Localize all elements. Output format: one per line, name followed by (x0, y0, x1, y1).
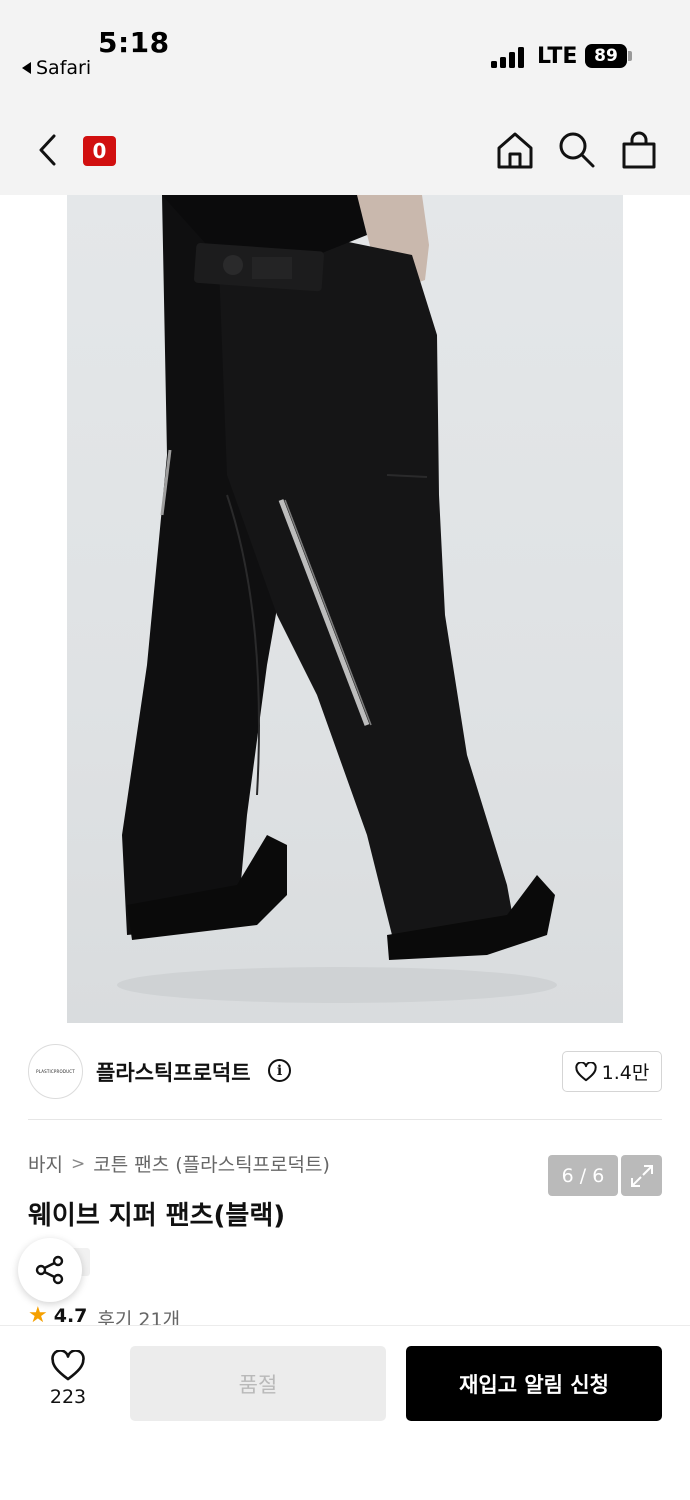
product-image-gallery[interactable]: 6 / 6 (0, 195, 690, 1196)
restock-alert-button[interactable]: 재입고 알림 신청 (406, 1346, 662, 1421)
heart-icon (51, 1350, 85, 1381)
brand-logo[interactable]: PLASTICPRODUCT (28, 1044, 83, 1099)
image-counter: 6 / 6 (548, 1155, 618, 1196)
divider (28, 1119, 662, 1120)
home-icon[interactable] (495, 130, 535, 170)
shopping-bag-icon[interactable] (619, 130, 659, 170)
battery-icon: 89 (585, 44, 627, 68)
back-icon[interactable] (34, 132, 62, 168)
back-app-label: Safari (36, 57, 92, 79)
share-button[interactable] (18, 1238, 82, 1302)
search-icon[interactable] (557, 130, 597, 170)
brand-row[interactable]: PLASTICPRODUCT 플라스틱프로덕트 i 1.4만 (0, 1025, 690, 1120)
brand-like-count: 1.4만 (601, 1062, 650, 1084)
heart-icon (574, 1061, 597, 1081)
rating-row[interactable]: ★ 4.7 후기 21개 (28, 1305, 180, 1327)
breadcrumb-category[interactable]: 바지 (28, 1150, 63, 1177)
brand-like-button[interactable]: 1.4만 (562, 1051, 662, 1092)
breadcrumb: 바지 > 코튼 팬츠 (플라스틱프로덕트) (28, 1150, 330, 1177)
info-icon[interactable]: i (268, 1059, 291, 1082)
share-icon (35, 1255, 64, 1285)
brand-name[interactable]: 플라스틱프로덕트 (96, 1057, 251, 1087)
back-triangle-icon (22, 62, 31, 74)
wishlist-count: 223 (49, 1386, 87, 1408)
review-count[interactable]: 후기 21개 (97, 1305, 180, 1327)
back-to-app[interactable]: Safari (22, 57, 91, 79)
product-photo (67, 195, 623, 1023)
expand-icon[interactable] (621, 1155, 662, 1196)
network-type: LTE (537, 44, 578, 69)
breadcrumb-subcategory[interactable]: 코튼 팬츠 (플라스틱프로덕트) (93, 1150, 330, 1177)
brand-badge[interactable]: 0 (83, 136, 116, 166)
nav-bar: 0 (0, 100, 690, 195)
soldout-button: 품절 (130, 1346, 386, 1421)
star-icon: ★ (28, 1305, 48, 1327)
battery-tip (628, 51, 632, 61)
cellular-signal-icon (491, 46, 525, 68)
wishlist-button[interactable]: 223 (28, 1350, 108, 1422)
chevron-right-icon: > (70, 1153, 86, 1174)
rating-value: 4.7 (53, 1305, 88, 1327)
status-time: 5:18 (98, 26, 170, 59)
product-title: 웨이브 지퍼 팬츠(블랙) (28, 1201, 286, 1231)
status-bar: 5:18 Safari LTE 89 (0, 0, 690, 100)
bottom-action-bar: 223 품절 재입고 알림 신청 (0, 1325, 690, 1500)
